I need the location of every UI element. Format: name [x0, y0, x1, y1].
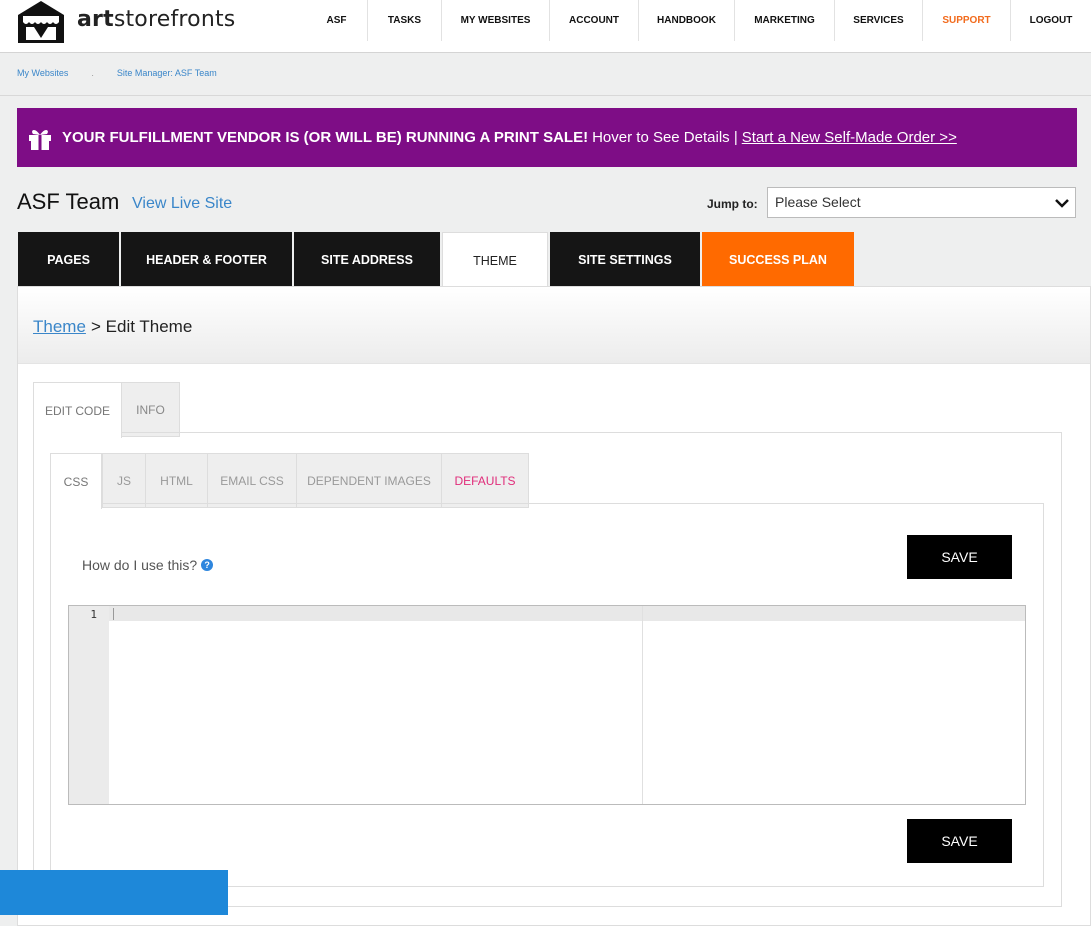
- gift-icon: [29, 129, 51, 150]
- save-button-top[interactable]: SAVE: [907, 535, 1012, 579]
- nav-my-websites[interactable]: MY WEBSITES: [442, 0, 550, 41]
- new-order-link[interactable]: Start a New Self-Made Order >>: [742, 129, 957, 146]
- tab-edit-code[interactable]: EDIT CODE: [33, 382, 122, 438]
- print-sale-banner[interactable]: YOUR FULFILLMENT VENDOR IS (OR WILL BE) …: [17, 108, 1077, 167]
- question-icon[interactable]: ?: [201, 559, 214, 571]
- tab-dependent-images[interactable]: DEPENDENT IMAGES: [296, 453, 442, 508]
- site-title: ASF Team: [17, 189, 120, 214]
- help-text[interactable]: How do I use this? ?: [82, 557, 214, 573]
- tab-html[interactable]: HTML: [145, 453, 208, 508]
- nav-marketing[interactable]: MARKETING: [735, 0, 835, 41]
- text-cursor: [113, 608, 114, 620]
- tab-pages[interactable]: PAGES: [18, 232, 119, 287]
- jump-to-select[interactable]: Please Select: [767, 187, 1076, 218]
- tab-theme[interactable]: THEME: [442, 232, 548, 288]
- banner-hover-text: Hover to See Details |: [592, 129, 738, 146]
- edit-theme-heading: > Edit Theme: [91, 317, 193, 336]
- theme-panel: Theme > Edit Theme EDIT CODE INFO CSS JS…: [17, 286, 1091, 926]
- nav-handbook[interactable]: HANDBOOK: [639, 0, 735, 41]
- banner-headline: YOUR FULFILLMENT VENDOR IS (OR WILL BE) …: [62, 129, 589, 146]
- view-live-site-link[interactable]: View Live Site: [132, 195, 232, 213]
- site-manager-tabs: PAGES HEADER & FOOTER SITE ADDRESS THEME…: [18, 232, 856, 288]
- tab-site-address[interactable]: SITE ADDRESS: [294, 232, 440, 287]
- save-button-bottom[interactable]: SAVE: [907, 819, 1012, 863]
- tab-js[interactable]: JS: [102, 453, 146, 508]
- tab-defaults[interactable]: DEFAULTS: [441, 453, 529, 508]
- chevron-down-icon: [1055, 199, 1069, 208]
- nav-support[interactable]: SUPPORT: [923, 0, 1011, 41]
- line-number: 1: [90, 608, 97, 621]
- main-menu: ASF TASKS MY WEBSITES ACCOUNT HANDBOOK M…: [306, 0, 1091, 52]
- breadcrumb-my-websites[interactable]: My Websites: [17, 68, 68, 78]
- breadcrumb-divider: [0, 95, 1091, 96]
- theme-breadcrumb-link[interactable]: Theme: [33, 317, 86, 337]
- nav-account[interactable]: ACCOUNT: [550, 0, 639, 41]
- print-margin-line: [642, 606, 643, 804]
- tab-site-settings[interactable]: SITE SETTINGS: [550, 232, 700, 287]
- code-editor[interactable]: 1: [68, 605, 1026, 805]
- top-navigation: artstorefronts ASF TASKS MY WEBSITES ACC…: [0, 0, 1091, 53]
- panel-header: Theme > Edit Theme: [18, 287, 1090, 364]
- tab-info[interactable]: INFO: [121, 382, 180, 437]
- brand-name: artstorefronts: [77, 6, 236, 32]
- breadcrumb: My Websites . Site Manager: ASF Team: [17, 68, 217, 78]
- tab-css[interactable]: CSS: [50, 453, 102, 509]
- tab-email-css[interactable]: EMAIL CSS: [207, 453, 297, 508]
- nav-tasks[interactable]: TASKS: [368, 0, 442, 41]
- tab-success-plan[interactable]: SUCCESS PLAN: [702, 232, 854, 287]
- editor-gutter: [69, 606, 109, 804]
- brand-logo[interactable]: artstorefronts: [17, 0, 235, 44]
- nav-logout[interactable]: LOGOUT: [1011, 0, 1091, 41]
- active-line-highlight: [69, 606, 1025, 621]
- storefront-awning-icon: [18, 1, 64, 43]
- nav-services[interactable]: SERVICES: [835, 0, 923, 41]
- help-label: How do I use this?: [82, 557, 198, 573]
- jump-to-label: Jump to:: [707, 197, 758, 211]
- nav-asf[interactable]: ASF: [306, 0, 368, 41]
- chat-widget-bar[interactable]: [0, 870, 228, 915]
- breadcrumb-separator: .: [91, 68, 94, 78]
- jump-to-value: Please Select: [775, 194, 861, 210]
- breadcrumb-site-manager[interactable]: Site Manager: ASF Team: [117, 68, 217, 78]
- tab-header-footer[interactable]: HEADER & FOOTER: [121, 232, 292, 287]
